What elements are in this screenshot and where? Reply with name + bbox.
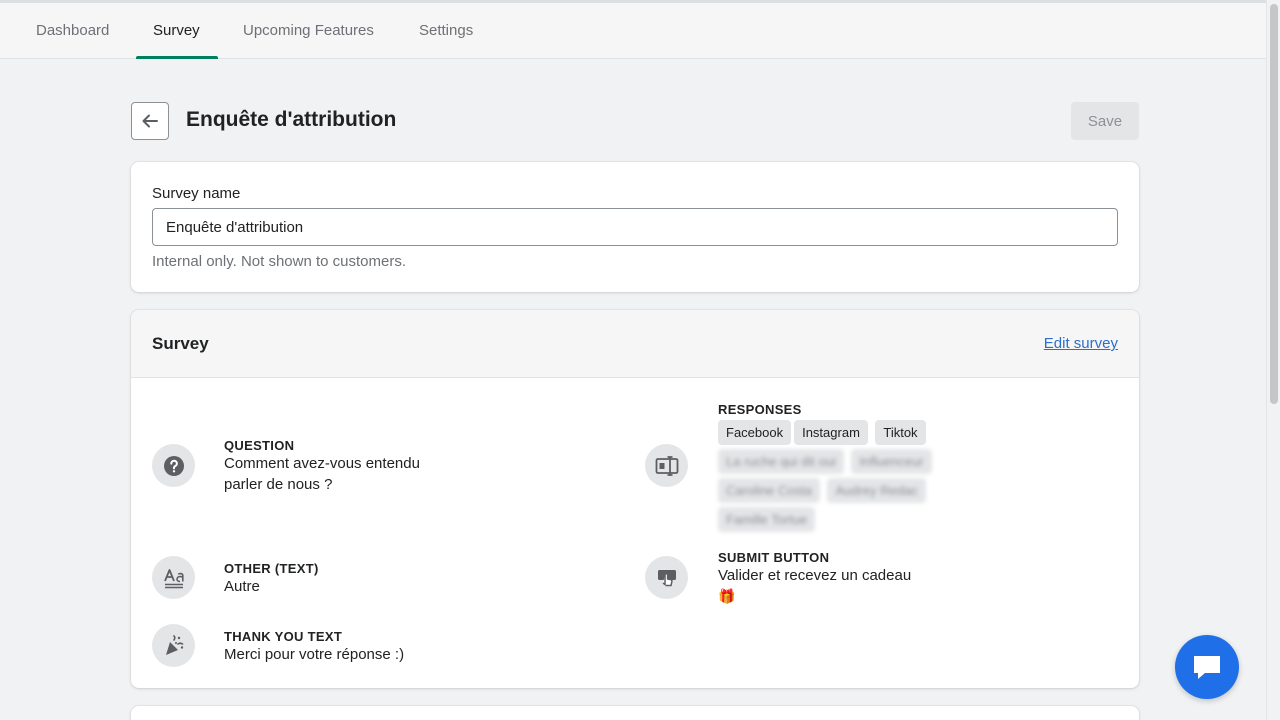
question-label: QUESTION: [224, 438, 295, 453]
confetti-icon: [165, 634, 183, 655]
question-text-line2: parler de nous ?: [224, 476, 333, 493]
submit-button-label: SUBMIT BUTTON: [718, 550, 830, 565]
page-scrollbar[interactable]: [1266, 0, 1280, 720]
tab-dashboard[interactable]: Dashboard: [36, 3, 109, 59]
question-icon-circle: [152, 444, 195, 487]
chat-icon: [1194, 656, 1220, 679]
response-chip: Audrey Redac: [827, 478, 926, 503]
save-button[interactable]: Save: [1071, 102, 1139, 140]
button-press-icon: [657, 569, 676, 586]
arrow-left-icon: [142, 114, 158, 128]
submit-icon-circle: [645, 556, 688, 599]
response-chip: Facebook: [718, 420, 792, 445]
response-chip: La ruche qui dit oui: [718, 449, 844, 474]
survey-card-header: Survey Edit survey: [131, 310, 1139, 378]
response-chip: Tiktok: [875, 420, 926, 445]
responses-chip-list: Facebook Instagram Tiktok La ruche qui dit…: [718, 420, 938, 536]
chat-launcher-button[interactable]: [1175, 635, 1239, 699]
thank-you-text: Merci pour votre réponse :): [224, 646, 405, 663]
active-tab-indicator: [136, 56, 218, 59]
survey-card-title: Survey: [152, 334, 209, 353]
back-button[interactable]: [131, 102, 169, 140]
tab-settings[interactable]: Settings: [419, 3, 473, 59]
responses-label: RESPONSES: [718, 402, 802, 417]
list-select-icon: [655, 455, 678, 476]
gift-emoji: 🎁: [718, 588, 736, 604]
response-chip: Caroline Costa: [718, 478, 820, 503]
edit-survey-link[interactable]: Edit survey: [1044, 335, 1118, 352]
other-label: OTHER (TEXT): [224, 561, 319, 576]
thank-you-icon-circle: [152, 624, 195, 667]
tab-survey[interactable]: Survey: [153, 3, 200, 59]
thank-you-label: THANK YOU TEXT: [224, 629, 343, 644]
tab-bar: Dashboard Survey Upcoming Features Setti…: [0, 3, 1266, 59]
question-circle-icon: [163, 455, 184, 476]
scrollbar-thumb[interactable]: [1270, 4, 1278, 404]
survey-card: Survey Edit survey QUESTION Comment avez…: [131, 310, 1139, 688]
responses-icon-circle: [645, 444, 688, 487]
submit-button-text: Valider et recevez un cadeau: [718, 567, 912, 584]
question-text-line1: Comment avez-vous entendu: [224, 455, 420, 472]
tab-upcoming-features[interactable]: Upcoming Features: [243, 3, 374, 59]
survey-name-card: Survey name Internal only. Not shown to …: [131, 162, 1139, 292]
page-title: Enquête d'attribution: [186, 108, 397, 131]
survey-name-input[interactable]: [152, 208, 1118, 246]
response-chip: Famille Tortue: [718, 507, 816, 532]
other-value: Autre: [224, 578, 260, 595]
response-chip: Instagram: [794, 420, 868, 445]
response-chip: Influenceur: [851, 449, 932, 474]
survey-name-label: Survey name: [152, 185, 241, 202]
other-icon-circle: [152, 556, 195, 599]
next-card: [131, 706, 1139, 720]
text-icon: [163, 568, 184, 588]
survey-name-help: Internal only. Not shown to customers.: [152, 253, 407, 270]
